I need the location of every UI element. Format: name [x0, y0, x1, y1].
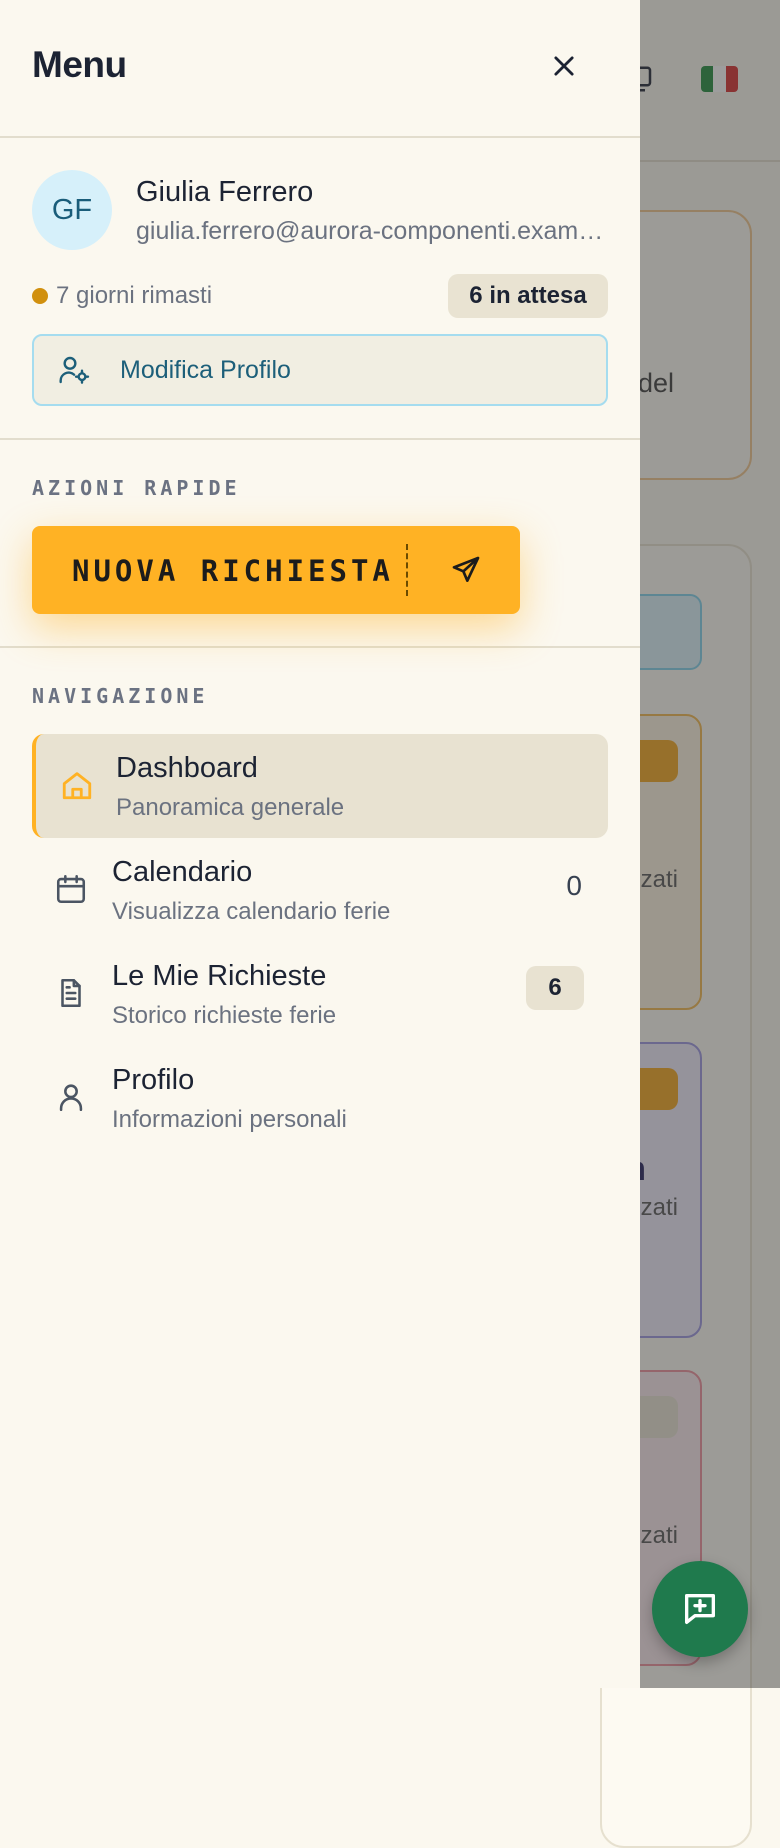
user-profile-section: GF Giulia Ferrero giulia.ferrero@aurora-… — [0, 138, 640, 440]
navigation-section: NAVIGAZIONE Dashboard Panoramica general… — [0, 648, 640, 1168]
edit-profile-label: Modifica Profilo — [120, 356, 291, 384]
nav-item-title: Le Mie Richieste — [112, 960, 327, 992]
close-button[interactable] — [542, 44, 586, 88]
button-divider — [406, 544, 408, 596]
nav-item-le-mie-richieste[interactable]: Le Mie Richieste Storico richieste ferie… — [32, 942, 608, 1046]
status-dot-icon — [32, 288, 48, 304]
drawer-title: Menu — [32, 44, 127, 85]
message-plus-icon — [685, 1594, 715, 1624]
send-icon — [452, 556, 480, 582]
nav-item-title: Dashboard — [116, 752, 258, 784]
quick-actions-heading: AZIONI RAPIDE — [32, 476, 241, 500]
side-drawer: Menu GF Giulia Ferrero giulia.ferrero@au… — [0, 0, 640, 1688]
feedback-fab-button[interactable] — [652, 1561, 748, 1657]
close-icon — [554, 56, 574, 76]
pending-badge: 6 in attesa — [448, 274, 608, 318]
days-remaining: 7 giorni rimasti — [32, 282, 212, 310]
nav-item-title: Calendario — [112, 856, 253, 888]
nav-item-title: Profilo — [112, 1064, 195, 1096]
home-icon — [62, 772, 92, 800]
avatar: GF — [32, 170, 112, 250]
days-remaining-text: 7 giorni rimasti — [56, 282, 213, 309]
navigation-heading: NAVIGAZIONE — [32, 684, 209, 708]
nav-item-subtitle: Visualizza calendario ferie — [112, 898, 391, 925]
nav-item-subtitle: Storico richieste ferie — [112, 1002, 337, 1029]
nav-item-subtitle: Informazioni personali — [112, 1106, 347, 1133]
drawer-header: Menu — [0, 0, 640, 138]
calendar-icon — [56, 874, 86, 904]
edit-profile-button[interactable]: Modifica Profilo — [32, 334, 608, 406]
nav-item-dashboard[interactable]: Dashboard Panoramica generale — [32, 734, 608, 838]
nav-item-badge: 6 — [526, 966, 584, 1010]
user-settings-icon — [59, 356, 90, 384]
new-request-button[interactable]: NUOVA RICHIESTA — [32, 526, 520, 614]
quick-actions-section: AZIONI RAPIDE NUOVA RICHIESTA — [0, 440, 640, 648]
user-name: Giulia Ferrero — [136, 176, 314, 208]
nav-item-calendario[interactable]: Calendario Visualizza calendario ferie 0 — [32, 838, 608, 942]
nav-item-profilo[interactable]: Profilo Informazioni personali — [32, 1046, 608, 1150]
nav-item-count: 0 — [566, 870, 582, 901]
nav-item-subtitle: Panoramica generale — [116, 794, 345, 821]
user-icon — [59, 1084, 83, 1112]
user-email: giulia.ferrero@aurora-componenti.example… — [136, 217, 611, 245]
new-request-label: NUOVA RICHIESTA — [72, 554, 394, 588]
document-icon — [61, 978, 81, 1008]
